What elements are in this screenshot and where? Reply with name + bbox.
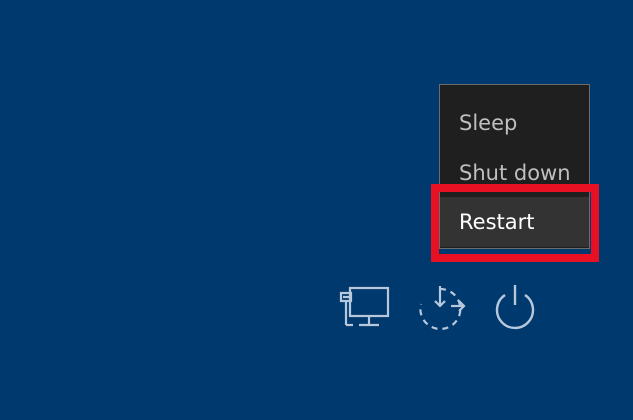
- menu-item-restart[interactable]: Restart: [440, 197, 589, 247]
- power-menu: Sleep Shut down Restart: [439, 84, 590, 249]
- ease-of-access-icon[interactable]: [413, 282, 467, 332]
- power-icon[interactable]: [488, 282, 542, 332]
- menu-item-sleep[interactable]: Sleep: [440, 98, 589, 148]
- menu-item-shut-down[interactable]: Shut down: [440, 148, 589, 198]
- network-icon[interactable]: [338, 282, 392, 332]
